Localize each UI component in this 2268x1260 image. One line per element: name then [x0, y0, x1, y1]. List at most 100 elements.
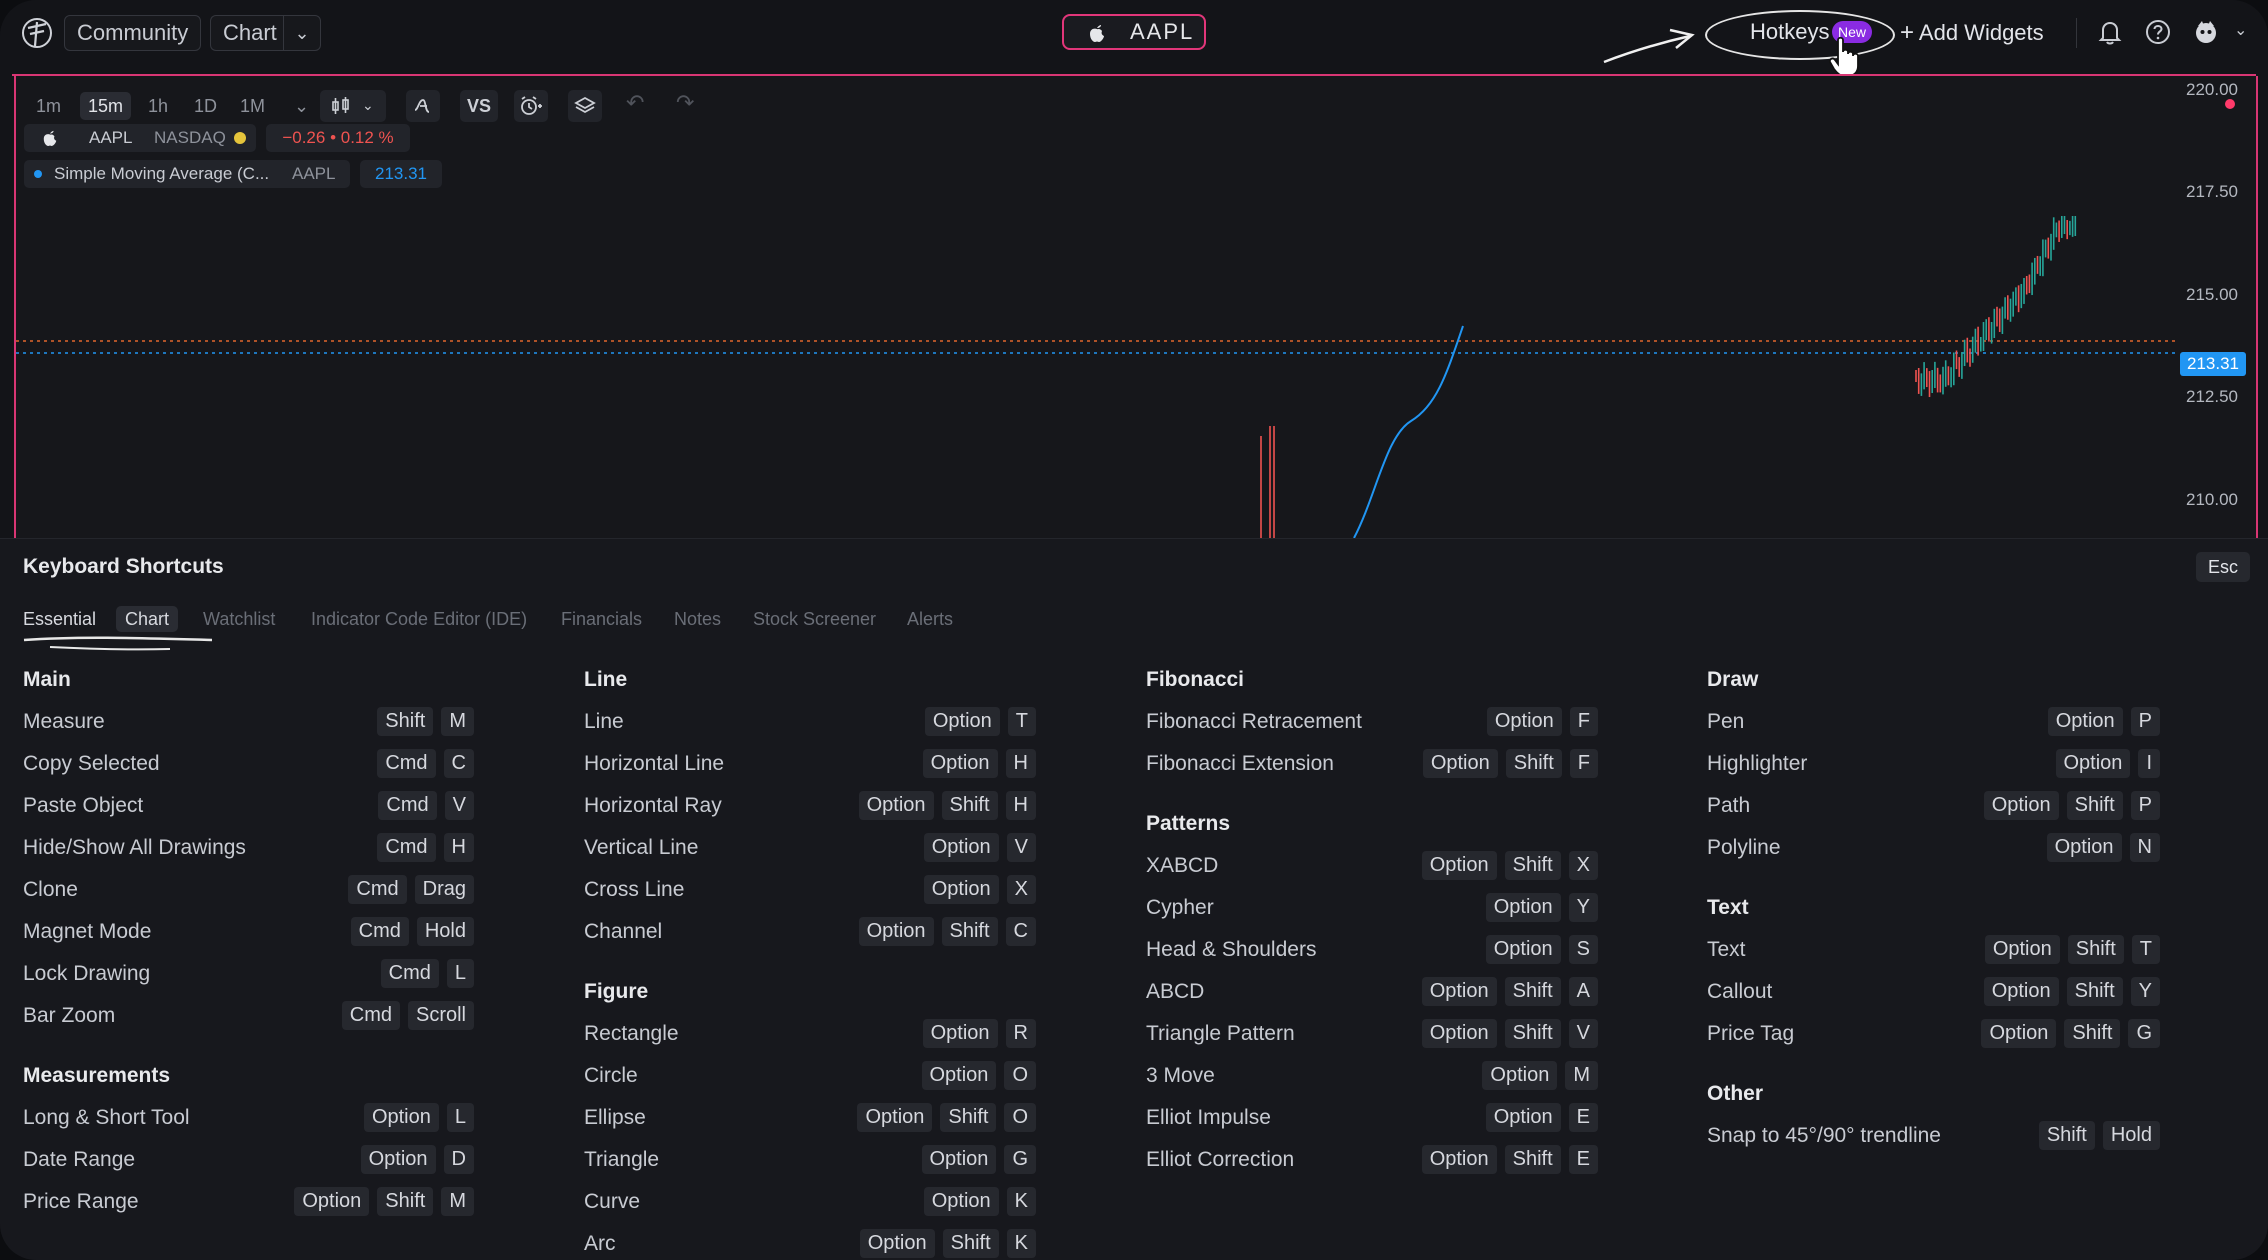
shortcut-keys: E Option	[1485, 1103, 1598, 1132]
key-cap: E	[1568, 1103, 1598, 1132]
key-cap: Shift	[1504, 1019, 1561, 1048]
keyboard-shortcuts-panel	[0, 538, 2268, 1260]
account-chevron-down-icon[interactable]: ⌄	[2234, 20, 2247, 40]
key-cap: Scroll	[407, 1001, 474, 1030]
avatar-icon[interactable]	[2192, 18, 2220, 46]
section-title-other: Other	[1707, 1082, 1764, 1105]
key-cap: K	[1006, 1187, 1036, 1216]
tab-stock-screener[interactable]: Stock Screener	[753, 606, 876, 632]
shortcut-keys: L Cmd	[380, 959, 474, 988]
app-logo-icon[interactable]	[18, 14, 56, 52]
hotkeys-button[interactable]: Hotkeys	[1750, 19, 1829, 45]
shortcut-keys: H Option	[922, 749, 1036, 778]
app-window: Community Chart ⌄ AAPL Hotkeys New + Add…	[0, 0, 2268, 1260]
key-cap: V	[1006, 833, 1036, 862]
bell-icon[interactable]	[2096, 18, 2124, 46]
tab-underline-scribble-icon	[23, 636, 213, 651]
shortcut-label: Callout	[1707, 980, 1773, 1003]
key-cap: P	[2130, 707, 2160, 736]
key-cap: Option	[922, 1019, 998, 1048]
help-icon[interactable]	[2144, 18, 2172, 46]
shortcut-keys: G Shift Option	[1981, 1019, 2160, 1048]
tab-chart[interactable]: Chart	[116, 606, 179, 632]
chart-button[interactable]: Chart	[210, 15, 289, 51]
key-cap: Cmd	[380, 959, 439, 988]
key-cap: Shift	[941, 917, 998, 946]
shortcut-keys: G Option	[921, 1145, 1036, 1174]
key-cap: Option	[1422, 749, 1498, 778]
key-cap: X	[1568, 851, 1598, 880]
key-cap: Option	[294, 1187, 370, 1216]
shortcut-label: Fibonacci Retracement	[1146, 710, 1362, 733]
shortcut-label: Vertical Line	[584, 836, 699, 859]
key-cap: M	[1565, 1061, 1598, 1090]
shortcut-keys: M Option	[1482, 1061, 1598, 1090]
key-cap: Option	[363, 1103, 439, 1132]
top-bar: Community Chart ⌄ AAPL Hotkeys New + Add…	[0, 0, 2268, 77]
shortcut-label: Path	[1707, 794, 1751, 817]
tab-essential[interactable]: Essential	[23, 606, 96, 632]
add-widgets-button[interactable]: + Add Widgets	[1900, 19, 2044, 47]
key-cap: Option	[1421, 1145, 1497, 1174]
shortcut-keys: H Shift Option	[858, 791, 1036, 820]
key-cap: L	[446, 1103, 474, 1132]
key-cap: Shift	[1504, 1145, 1561, 1174]
key-cap: Shift	[377, 1187, 434, 1216]
sma-line	[1353, 325, 1464, 538]
shortcut-keys: I Option	[2055, 749, 2160, 778]
tab-indicator-code-editor-ide[interactable]: Indicator Code Editor (IDE)	[311, 606, 527, 632]
tab-financials[interactable]: Financials	[561, 606, 642, 632]
add-widgets-label: Add Widgets	[1918, 20, 2044, 45]
shortcut-label: Magnet Mode	[23, 920, 152, 943]
key-cap: Shift	[940, 1103, 997, 1132]
key-cap: Shift	[377, 707, 434, 736]
shortcut-label: Paste Object	[23, 794, 144, 817]
tab-watchlist[interactable]: Watchlist	[203, 606, 275, 632]
shortcut-keys: M Shift Option	[294, 1187, 474, 1216]
shortcut-label: Date Range	[23, 1148, 136, 1171]
key-cap: Shift	[2066, 791, 2123, 820]
key-cap: Option	[1485, 1103, 1561, 1132]
key-cap: Shift	[2066, 977, 2123, 1006]
live-indicator-dot	[2225, 99, 2235, 109]
key-cap: Option	[923, 875, 999, 904]
key-cap: Option	[859, 1229, 935, 1258]
key-cap: Option	[1485, 935, 1561, 964]
key-cap: Option	[922, 749, 998, 778]
key-cap: P	[2130, 791, 2160, 820]
key-cap: Y	[1568, 893, 1598, 922]
key-cap: Cmd	[350, 917, 409, 946]
apple-icon	[1090, 25, 1104, 42]
candles-group	[1260, 216, 2077, 538]
key-cap: K	[1006, 1229, 1036, 1258]
shortcut-label: Triangle Pattern	[1146, 1022, 1295, 1045]
shortcut-label: Horizontal Line	[584, 752, 725, 775]
shortcut-keys: O Option	[921, 1061, 1036, 1090]
key-cap: Cmd	[348, 875, 407, 904]
price-chart[interactable]	[16, 76, 2252, 538]
chart-dropdown-chevron-icon[interactable]: ⌄	[283, 15, 321, 51]
shortcut-label: Channel	[584, 920, 663, 943]
key-cap: G	[2128, 1019, 2160, 1048]
shortcut-label: Lock Drawing	[23, 962, 151, 985]
key-cap: Shift	[942, 1229, 999, 1258]
key-cap: M	[441, 707, 474, 736]
last-price-tag: 213.31	[2180, 352, 2246, 376]
community-button[interactable]: Community	[64, 15, 202, 51]
shortcut-label: Clone	[23, 878, 78, 901]
key-cap: Shift	[2038, 1121, 2095, 1150]
shortcut-keys: Hold Shift	[2038, 1121, 2160, 1150]
esc-close-button[interactable]: Esc	[2196, 552, 2251, 582]
key-cap: Option	[921, 1061, 997, 1090]
shortcut-label: Elliot Impulse	[1146, 1106, 1271, 1129]
tab-notes[interactable]: Notes	[674, 606, 721, 632]
key-cap: Shift	[1504, 977, 1561, 1006]
tab-alerts[interactable]: Alerts	[907, 606, 953, 632]
ticker-selector[interactable]: AAPL	[1062, 14, 1206, 50]
price-axis-label: 220.00	[2186, 80, 2238, 99]
shortcut-label: Hide/Show All Drawings	[23, 836, 246, 859]
price-axis-label: 210.00	[2186, 490, 2238, 509]
key-cap: Option	[2047, 707, 2123, 736]
shortcut-keys: E Shift Option	[1421, 1145, 1598, 1174]
key-cap: Shift	[1504, 851, 1561, 880]
